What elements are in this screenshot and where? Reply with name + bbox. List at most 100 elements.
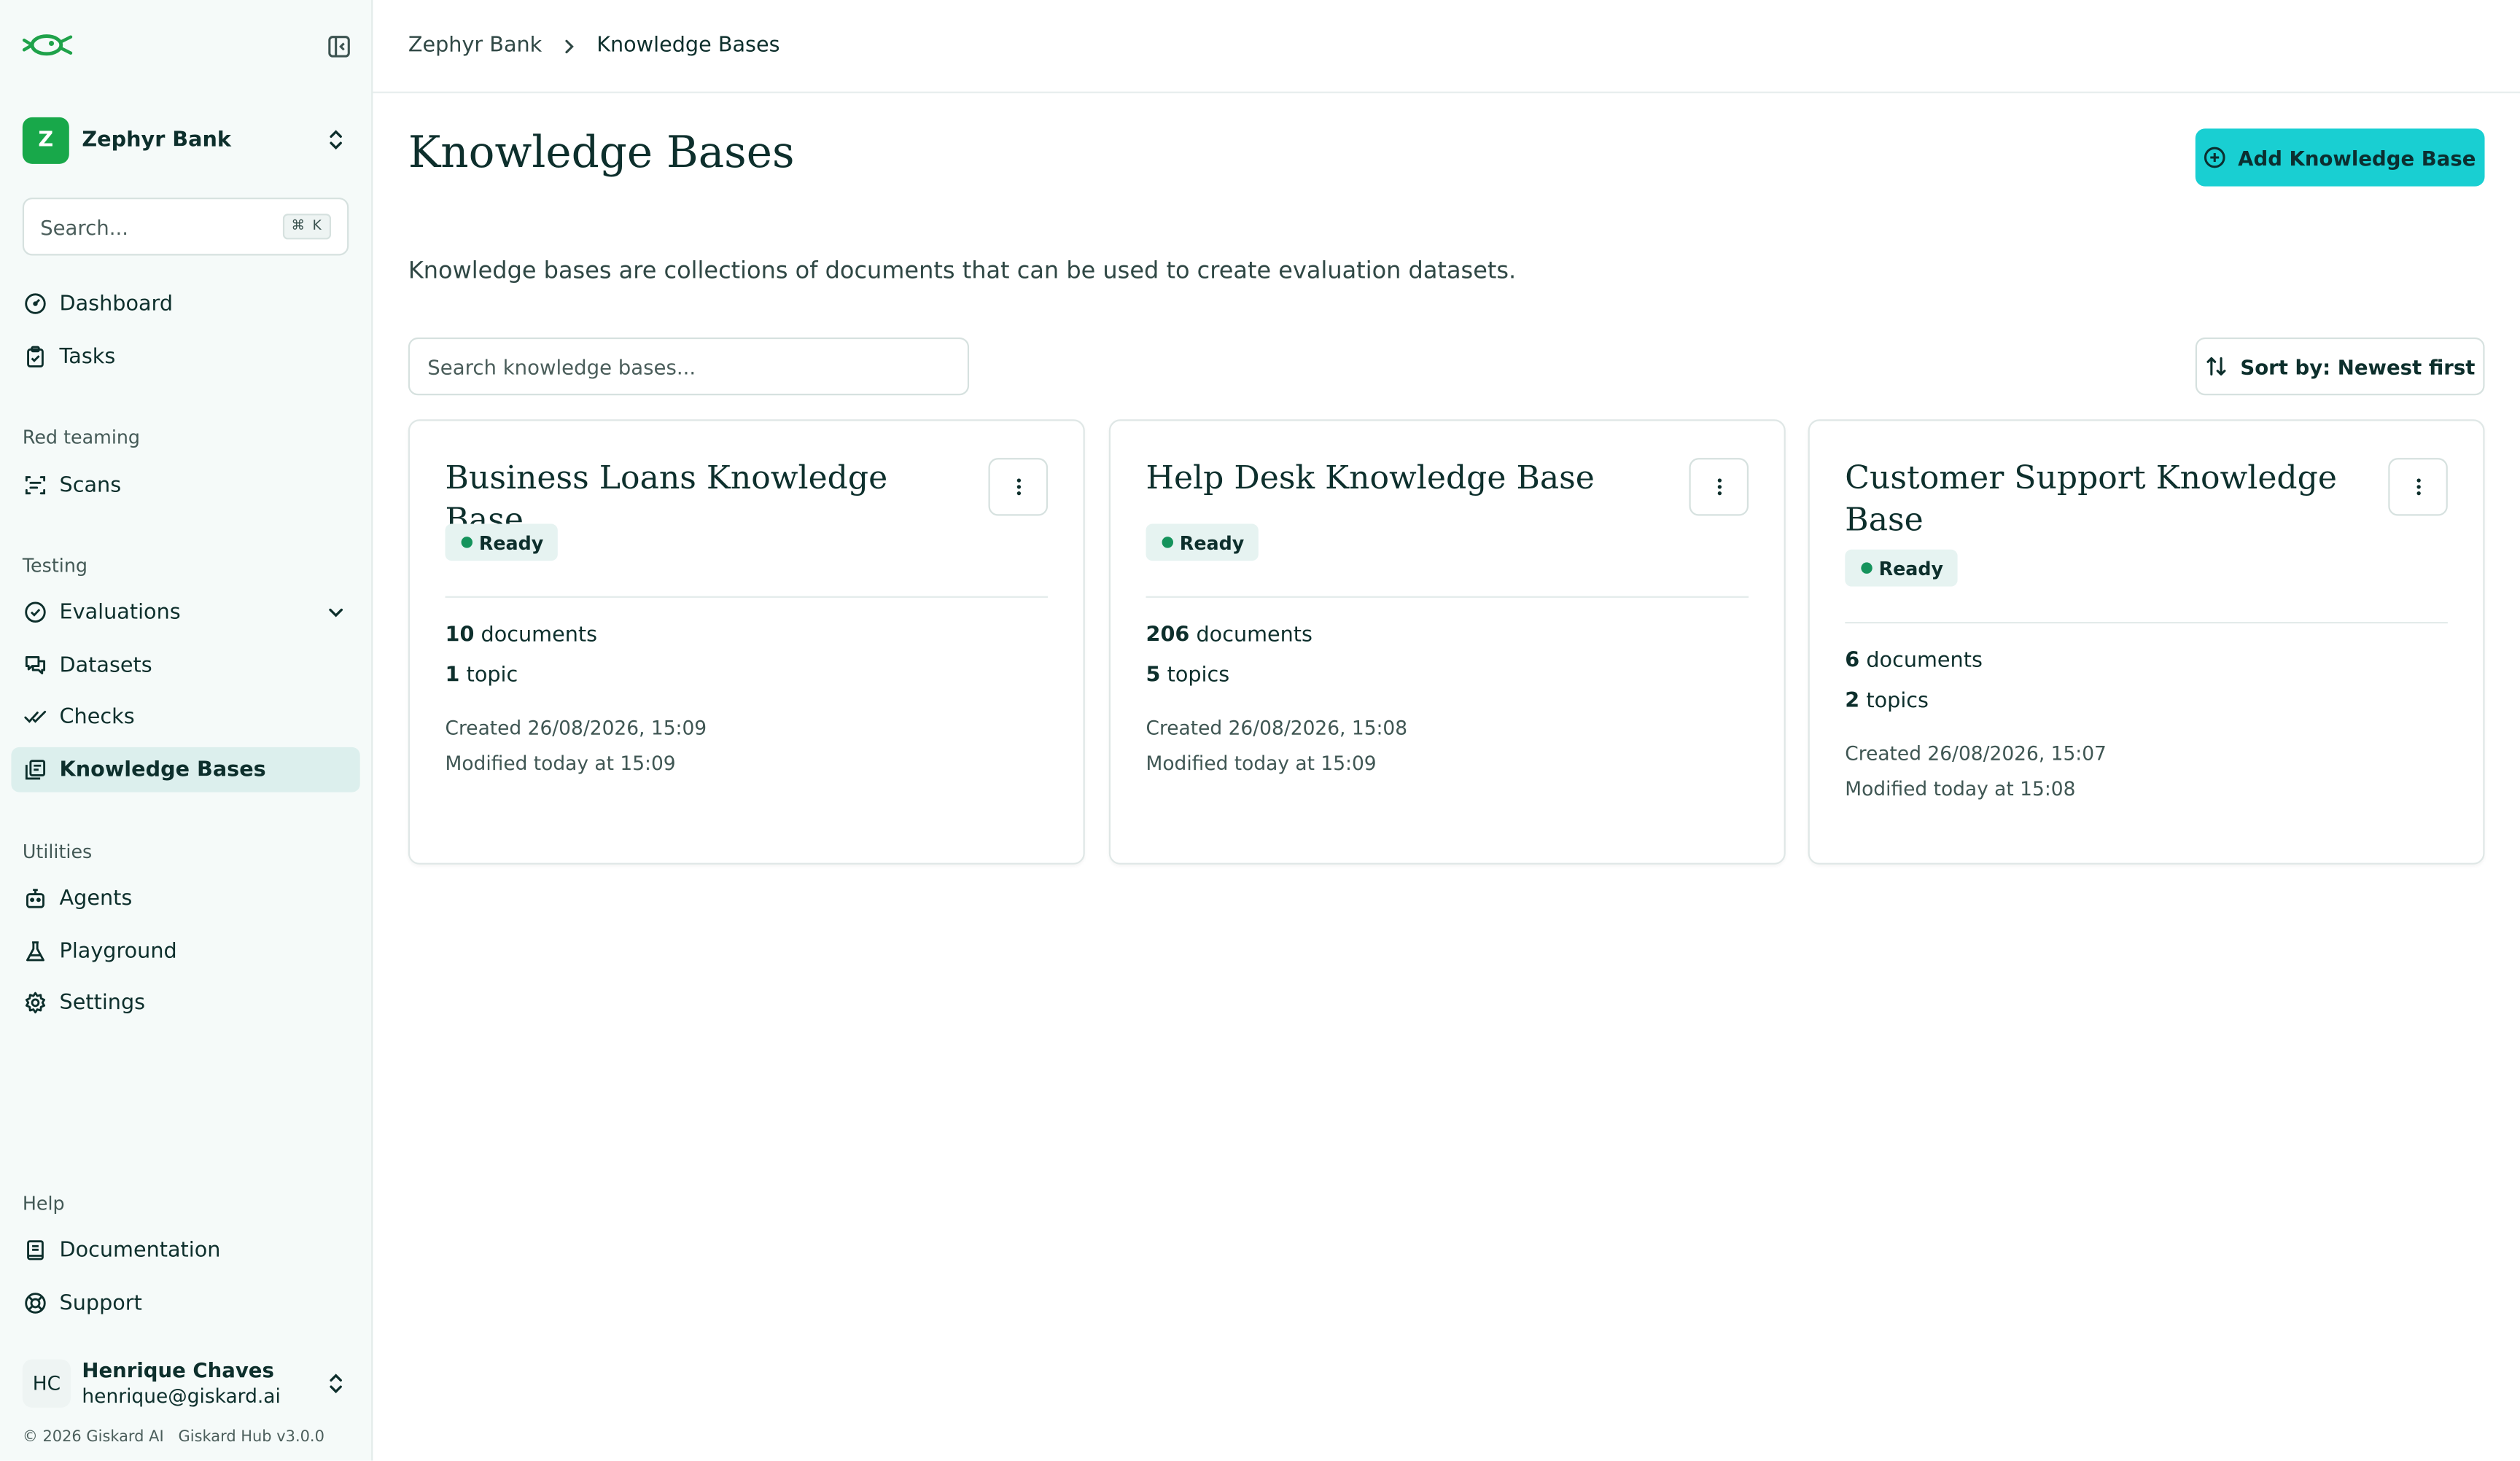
org-name: Zephyr Bank — [82, 128, 231, 152]
sort-arrows-icon — [2206, 357, 2226, 376]
chevron-right-icon — [565, 39, 575, 53]
created-date: Created 26/08/2026, 15:09 — [445, 717, 707, 739]
topics-count: 1 topic — [446, 663, 518, 687]
status-dot — [1162, 537, 1173, 548]
chevron-down-icon[interactable] — [326, 603, 345, 622]
card-divider — [445, 596, 1049, 598]
topics-count-label: topics — [1866, 689, 1929, 714]
status-label: Ready — [1878, 556, 1944, 580]
dashboard-icon — [25, 293, 46, 314]
sidebar-item-knowledge-bases[interactable]: Knowledge Bases — [11, 747, 360, 792]
documents-count-label: documents — [1866, 649, 1983, 674]
sidebar-item-tasks[interactable]: Tasks — [11, 334, 359, 379]
scan-icon — [25, 476, 46, 495]
knowledge-base-card[interactable]: Help Desk Knowledge Base Ready 206 docum… — [1108, 419, 1786, 865]
status-label: Ready — [1179, 531, 1245, 554]
section-label-red-teaming: Red teaming — [22, 426, 141, 448]
chevron-up-down-icon — [330, 1374, 342, 1394]
breadcrumb-root-link[interactable]: Zephyr Bank — [408, 34, 542, 58]
sidebar-item-label: Documentation — [59, 1238, 221, 1263]
created-date: Created 26/08/2026, 15:08 — [1146, 717, 1408, 739]
user-email: henrique@giskard.ai — [82, 1384, 281, 1407]
sidebar-search-input[interactable]: Search... ⌘ K — [22, 198, 349, 256]
documents-count: 206 documents — [1146, 623, 1312, 647]
add-knowledge-base-label: Add Knowledge Base — [2238, 145, 2476, 170]
bot-icon — [26, 889, 44, 908]
sidebar-item-agents[interactable]: Agents — [11, 876, 359, 921]
modified-date: Modified today at 15:09 — [1146, 752, 1377, 775]
page-title: Knowledge Bases — [408, 128, 795, 179]
card-menu-button[interactable] — [988, 458, 1049, 516]
knowledge-base-search-placeholder: Search knowledge bases... — [427, 354, 696, 379]
status-label: Ready — [478, 531, 544, 554]
modified-date: Modified today at 15:09 — [445, 752, 676, 775]
topics-count-value: 5 — [1146, 663, 1161, 688]
sidebar-item-dashboard[interactable]: Dashboard — [11, 281, 359, 327]
sidebar: Z Zephyr Bank Search... ⌘ K Dashboard Ta… — [0, 0, 373, 1461]
documents-count-label: documents — [1196, 623, 1312, 648]
user-name: Henrique Chaves — [82, 1357, 274, 1382]
lifebuoy-icon — [25, 1293, 46, 1314]
topics-count: 2 topics — [1845, 690, 1929, 714]
sidebar-item-evaluations[interactable]: Evaluations — [11, 590, 359, 635]
book-icon — [27, 1240, 44, 1261]
user-avatar: HC — [22, 1359, 71, 1408]
modified-date: Modified today at 15:08 — [1845, 777, 2076, 800]
page-description: Knowledge bases are collections of docum… — [408, 258, 1517, 285]
sidebar-item-label: Scans — [59, 473, 122, 498]
status-dot — [1861, 562, 1872, 574]
sidebar-item-checks[interactable]: Checks — [11, 694, 359, 739]
sidebar-item-settings[interactable]: Settings — [11, 981, 359, 1026]
knowledge-base-card[interactable]: Customer Support Knowledge Base Ready 6 … — [1808, 419, 2485, 865]
sidebar-footer: © 2026 Giskard AI Giskard Hub v3.0.0 — [23, 1428, 324, 1446]
documents-count-value: 6 — [1845, 649, 1860, 674]
sidebar-item-label: Support — [59, 1290, 142, 1316]
sort-button[interactable]: Sort by: Newest first — [2195, 337, 2485, 396]
org-switcher[interactable]: Z Zephyr Bank — [22, 116, 354, 164]
topics-count: 5 topics — [1146, 663, 1230, 687]
gear-icon — [25, 991, 46, 1014]
card-divider — [1845, 621, 2448, 624]
card-menu-button[interactable] — [1689, 458, 1749, 516]
user-menu[interactable]: HC Henrique Chaves henrique@giskard.ai — [22, 1355, 354, 1412]
sidebar-item-support[interactable]: Support — [11, 1281, 359, 1326]
clipboard-icon — [27, 346, 44, 367]
topics-count-label: topic — [466, 663, 518, 688]
section-label-utilities: Utilities — [22, 840, 93, 863]
card-divider — [1146, 596, 1749, 598]
documents-count-value: 206 — [1146, 623, 1190, 648]
card-menu-button[interactable] — [2388, 458, 2448, 516]
knowledge-base-title[interactable]: Customer Support Knowledge Base — [1845, 456, 2359, 540]
sidebar-item-datasets[interactable]: Datasets — [11, 643, 359, 688]
section-label-testing: Testing — [22, 554, 88, 577]
plus-circle-icon — [2204, 147, 2226, 168]
sidebar-item-label: Evaluations — [59, 600, 181, 625]
chevron-up-down-icon — [330, 130, 342, 150]
app-root: Z Zephyr Bank Search... ⌘ K Dashboard Ta… — [0, 0, 2520, 1461]
documents-count: 6 documents — [1845, 649, 1983, 673]
sidebar-item-scans[interactable]: Scans — [11, 463, 359, 508]
sidebar-item-playground[interactable]: Playground — [11, 929, 359, 974]
knowledge-base-search-input[interactable]: Search knowledge bases... — [408, 337, 970, 396]
chat-icon — [25, 656, 46, 674]
giskard-logo-icon[interactable] — [22, 29, 74, 61]
documents-count-label: documents — [481, 623, 598, 648]
main-content: Zephyr Bank Knowledge Bases Knowledge Ba… — [373, 0, 2520, 1461]
knowledge-base-title[interactable]: Help Desk Knowledge Base — [1146, 456, 1676, 498]
status-badge: Ready — [1146, 523, 1259, 561]
knowledge-base-card[interactable]: Business Loans Knowledge Base Ready 10 d… — [408, 419, 1085, 865]
status-badge: Ready — [445, 523, 559, 561]
org-avatar: Z — [22, 116, 69, 163]
add-knowledge-base-button[interactable]: Add Knowledge Base — [2195, 128, 2485, 187]
sort-label: Sort by: Newest first — [2240, 354, 2476, 379]
status-dot — [461, 537, 473, 548]
sidebar-item-documentation[interactable]: Documentation — [11, 1228, 359, 1273]
section-label-help: Help — [22, 1192, 65, 1215]
sidebar-item-label: Datasets — [59, 652, 152, 678]
double-check-icon — [24, 710, 47, 723]
sidebar-item-label: Knowledge Bases — [59, 757, 266, 782]
sidebar-collapse-icon[interactable] — [326, 34, 351, 59]
topics-count-label: topics — [1167, 663, 1230, 688]
created-date: Created 26/08/2026, 15:07 — [1845, 742, 2107, 765]
flask-icon — [26, 941, 44, 962]
